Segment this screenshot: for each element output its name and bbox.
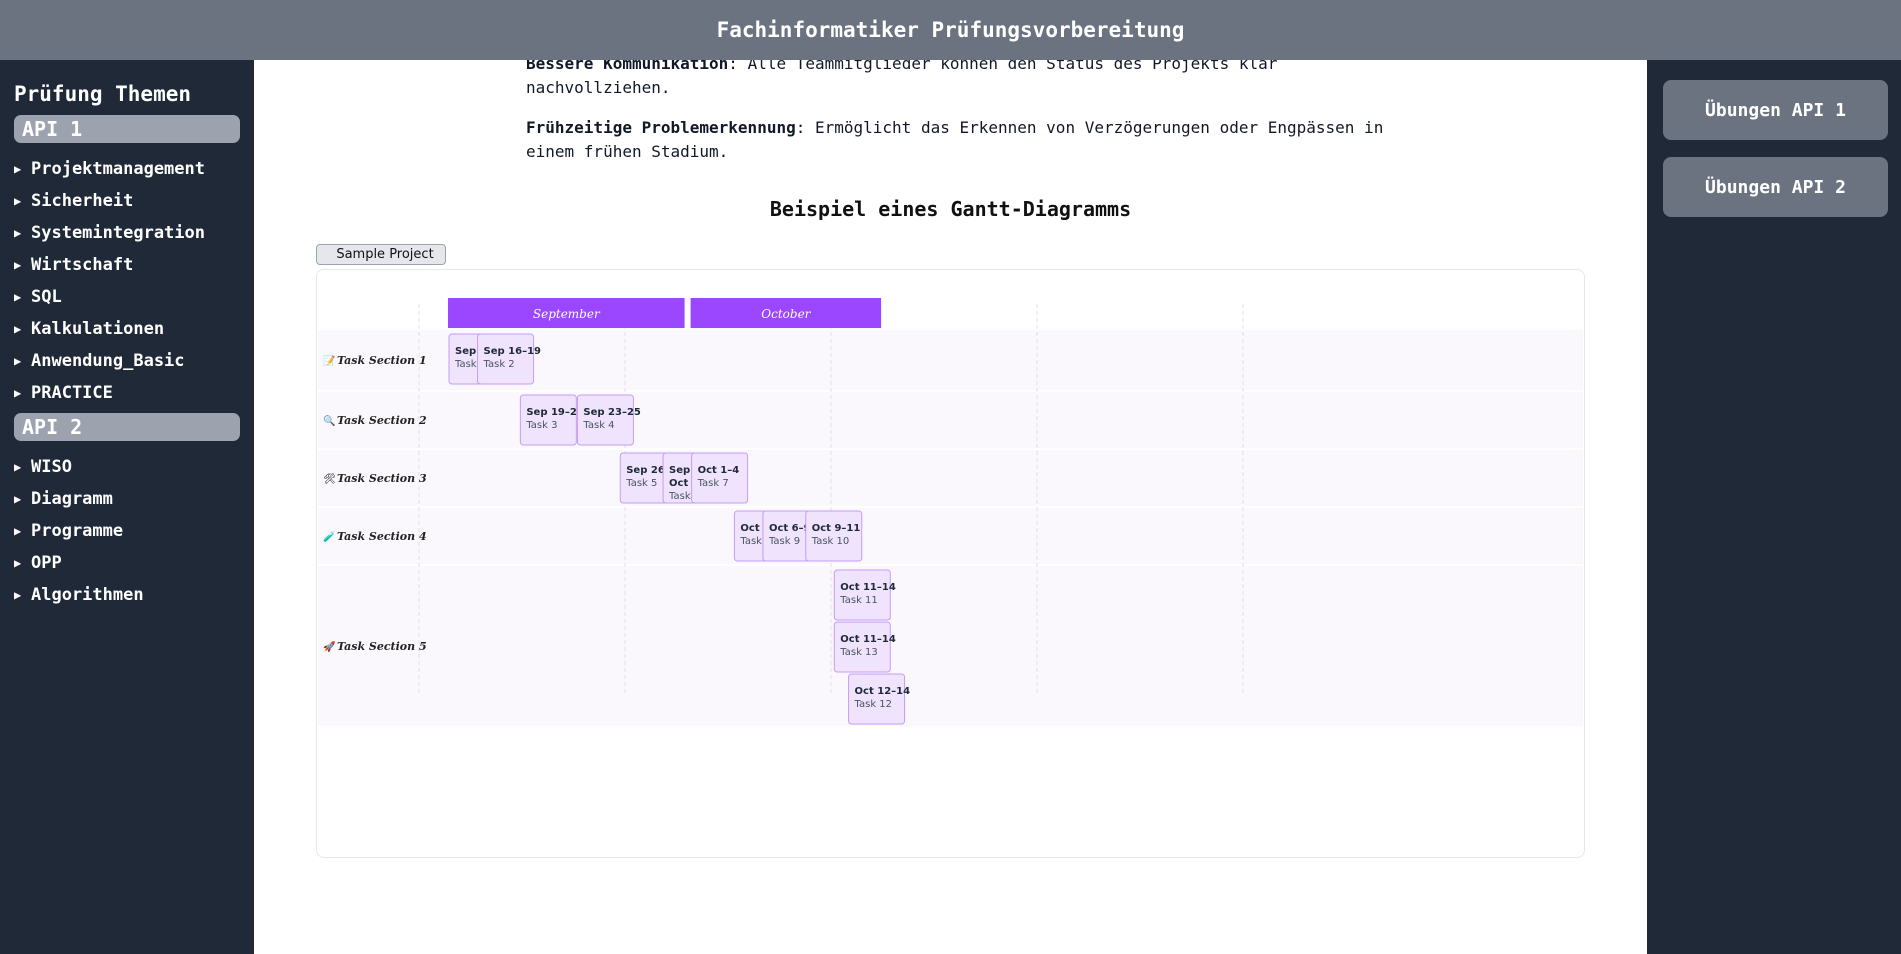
sidebar-title: Prüfung Themen [14, 82, 192, 106]
exercises-api-1-button[interactable]: Übungen API 1 [1663, 80, 1888, 140]
tools-icon: 🛠 [323, 473, 336, 485]
expand-triangle-icon: ▶ [14, 354, 22, 368]
month-label: September [533, 307, 601, 321]
gantt-heading: Beispiel eines Gantt-Diagramms [769, 197, 1132, 221]
sidebar-item-programme[interactable]: ▶ Programme [14, 515, 240, 547]
sidebar-item-label: Projektmanagement [31, 159, 205, 179]
expand-triangle-icon: ▶ [14, 194, 22, 208]
sidebar-item-label: Kalkulationen [31, 319, 165, 339]
sidebar-item-label: PRACTICE [31, 383, 113, 403]
paragraph-problem-detection: Frühzeitige Problemerkennung: Ermöglicht… [526, 116, 1406, 164]
gantt-section-label: Task Section 2 [337, 414, 427, 427]
gantt-row-bg [318, 566, 1583, 726]
sidebar-group-api-1[interactable]: API 1 [14, 115, 240, 143]
sidebar-item-label: Anwendung_Basic [31, 351, 185, 371]
gantt-task-dates: Oct 12–14 [855, 686, 911, 697]
paragraph-bold: Frühzeitige Problemerkennung [526, 118, 796, 137]
gantt-task-name: Task 9 [768, 536, 800, 547]
sidebar-item-label: Programme [31, 521, 124, 541]
gantt-task-name: Task 2 [483, 359, 515, 370]
gantt-svg: SeptemberOctober📝Task Section 1Sep 14–16… [318, 298, 1583, 726]
expand-triangle-icon: ▶ [14, 258, 22, 272]
sidebar-item-opp[interactable]: ▶ OPP [14, 547, 240, 579]
gantt-section-label: Task Section 4 [337, 530, 427, 543]
gantt-task-dates: Oct 11–14 [840, 582, 896, 593]
gantt-task-name: Task 10 [811, 536, 850, 547]
gantt-task-name: Task 13 [839, 647, 878, 658]
sidebar-item-label: Systemintegration [31, 223, 205, 243]
sidebar-item-label: Sicherheit [31, 191, 134, 211]
gantt-task-name: Task 12 [854, 699, 893, 710]
expand-triangle-icon: ▶ [14, 588, 22, 602]
gantt-task-dates: Oct 9–11 [812, 523, 861, 534]
sidebar-item-label: Algorithmen [31, 585, 144, 605]
sidebar-item-label: SQL [31, 287, 62, 307]
expand-triangle-icon: ▶ [14, 460, 22, 474]
sidebar-item-sql[interactable]: ▶ SQL [14, 281, 240, 313]
gantt-task-dates: Oct 1–4 [698, 465, 740, 476]
month-label: October [761, 307, 811, 321]
gantt-task-name: Task 5 [625, 478, 657, 489]
gantt-section-label: Task Section 5 [337, 640, 427, 653]
expand-triangle-icon: ▶ [14, 386, 22, 400]
sidebar-item-algorithmen[interactable]: ▶ Algorithmen [14, 579, 240, 611]
expand-triangle-icon: ▶ [14, 322, 22, 336]
sidebar-item-label: Diagramm [31, 489, 113, 509]
gantt-section-label: Task Section 1 [337, 354, 427, 367]
sidebar-item-wiso[interactable]: ▶ WISO [14, 451, 240, 483]
expand-triangle-icon: ▶ [14, 524, 22, 538]
rocket-icon: 🚀 [323, 640, 336, 653]
gantt-chart: SeptemberOctober📝Task Section 1Sep 14–16… [316, 269, 1585, 858]
sidebar-item-systemintegration[interactable]: ▶ Systemintegration [14, 217, 240, 249]
test-tube-icon: 🧪 [323, 531, 335, 543]
expand-triangle-icon: ▶ [14, 290, 22, 304]
gantt-task-dates: Oct 11–14 [840, 634, 896, 645]
expand-triangle-icon: ▶ [14, 162, 22, 176]
gantt-task-dates: Oct 6–9 [769, 523, 811, 534]
gantt-task-dates: Sep 16–19 [484, 346, 541, 357]
gantt-section-label: Task Section 3 [337, 472, 427, 485]
gantt-row-bg [318, 508, 1583, 564]
sidebar-item-wirtschaft[interactable]: ▶ Wirtschaft [14, 249, 240, 281]
sidebar-item-sicherheit[interactable]: ▶ Sicherheit [14, 185, 240, 217]
gantt-task-name: Task 11 [839, 595, 878, 606]
gantt-task-dates: Sep 19–23 [526, 407, 583, 418]
expand-triangle-icon: ▶ [14, 556, 22, 570]
sidebar-item-kalkulationen[interactable]: ▶ Kalkulationen [14, 313, 240, 345]
expand-triangle-icon: ▶ [14, 492, 22, 506]
sidebar-group-api-2[interactable]: API 2 [14, 413, 240, 441]
exercises-api-2-button[interactable]: Übungen API 2 [1663, 157, 1888, 217]
app-title: Fachinformatiker Prüfungsvorbereitung [716, 18, 1185, 42]
sidebar-item-label: WISO [31, 457, 72, 477]
expand-triangle-icon: ▶ [14, 226, 22, 240]
right-sidebar: Übungen API 1 Übungen API 2 [1647, 60, 1901, 954]
gantt-task-dates: Sep 23–25 [583, 407, 640, 418]
magnifier-icon: 🔍 [323, 414, 335, 427]
sidebar-item-diagramm[interactable]: ▶ Diagramm [14, 483, 240, 515]
gantt-row-bg [318, 392, 1583, 448]
main-content: Bessere Kommunikation: Alle Teammitglied… [254, 54, 1647, 954]
sidebar-item-label: Wirtschaft [31, 255, 134, 275]
gantt-task-name: Task 7 [697, 478, 729, 489]
sidebar-groups: API 1 ▶ Projektmanagement ▶ Sicherheit ▶ Syste… [14, 115, 240, 611]
gantt-row-bg [318, 450, 1583, 506]
sidebar: Prüfung Themen API 1 ▶ Projektmanagement ▶ S… [0, 60, 254, 954]
sidebar-item-anwendung-basic[interactable]: ▶ Anwendung_Basic [14, 345, 240, 377]
sample-project-button[interactable]: Sample Project [316, 244, 446, 265]
app-header: Fachinformatiker Prüfungsvorbereitung [0, 0, 1901, 60]
sidebar-item-practice[interactable]: ▶ PRACTICE [14, 377, 240, 409]
gantt-task-name: Task 4 [582, 420, 614, 431]
memo-icon: 📝 [323, 354, 335, 367]
sidebar-item-label: OPP [31, 553, 62, 573]
sidebar-item-projektmanagement[interactable]: ▶ Projektmanagement [14, 153, 240, 185]
gantt-task-name: Task 3 [525, 420, 557, 431]
